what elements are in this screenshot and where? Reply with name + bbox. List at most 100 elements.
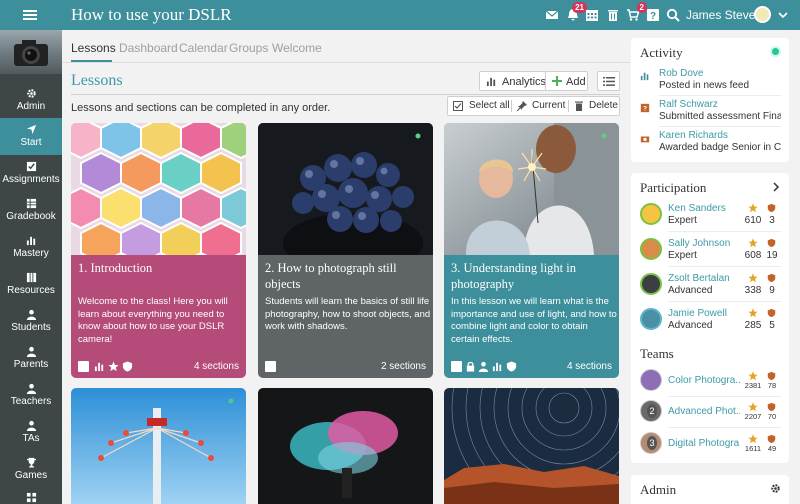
avatar[interactable] — [640, 238, 662, 260]
assignment-icon: ? — [640, 103, 650, 113]
activity-user-name[interactable]: Ralf Schwarz — [659, 99, 718, 110]
user-avatar[interactable] — [754, 6, 771, 23]
lesson-title[interactable]: 1. Introduction — [78, 260, 243, 276]
lesson-card[interactable] — [258, 388, 433, 504]
tab-lessons[interactable]: Lessons — [71, 41, 116, 55]
list-view-button[interactable] — [597, 71, 620, 91]
participant-level: Advanced — [668, 285, 713, 296]
star-icon — [748, 434, 758, 444]
star-icon — [748, 203, 758, 213]
participant-name[interactable]: Zsolt Bertalan — [668, 273, 730, 284]
team-avatar[interactable]: 2 — [640, 400, 662, 422]
sidebar: Admin Start Assignments Gradebook Master… — [0, 30, 62, 504]
activity-user-name[interactable]: Rob Dove — [659, 68, 703, 79]
svg-text:?: ? — [643, 106, 647, 113]
chevron-down-icon[interactable] — [777, 9, 789, 21]
sidebar-item-resources[interactable]: Resources — [0, 266, 62, 303]
participant-badges: 5 — [769, 320, 775, 331]
person-icon[interactable] — [478, 361, 489, 372]
participant-name[interactable]: Jamie Powell — [668, 308, 727, 319]
lessons-description: Lessons and sections can be completed in… — [71, 102, 331, 114]
divider — [668, 427, 781, 428]
delete-button[interactable]: Delete — [569, 97, 619, 115]
analytics-button[interactable]: Analytics — [479, 71, 546, 91]
avatar[interactable] — [640, 308, 662, 330]
tab-welcome[interactable]: Welcome — [272, 41, 322, 55]
lesson-card[interactable] — [444, 388, 619, 504]
shield-icon — [767, 402, 776, 412]
sidebar-item-label: Games — [14, 470, 48, 481]
team-name[interactable]: Digital Photogra... — [668, 438, 740, 449]
star-icon — [748, 371, 758, 381]
sidebar-item-tas[interactable]: TAs — [0, 414, 62, 451]
sidebar-item-mastery[interactable]: Mastery — [0, 229, 62, 266]
checkbox-icon — [453, 101, 463, 111]
lesson-description: Welcome to the class! Here you will lear… — [78, 296, 228, 345]
search-icon[interactable] — [666, 8, 680, 22]
select-all-button[interactable]: Select all — [448, 97, 511, 115]
team-name[interactable]: Advanced Phot... — [668, 406, 740, 417]
help-icon[interactable]: ? — [646, 8, 660, 22]
lesson-title[interactable]: 3. Understanding light in photography — [451, 260, 616, 292]
team-avatar[interactable]: 3 — [640, 432, 662, 454]
menu-icon[interactable] — [22, 7, 38, 23]
team-avatar[interactable] — [640, 369, 662, 391]
lesson-card[interactable] — [71, 388, 246, 504]
sidebar-item-teachers[interactable]: Teachers — [0, 377, 62, 414]
star-icon[interactable] — [108, 361, 119, 372]
person-icon — [26, 346, 36, 357]
current-button[interactable]: Current — [512, 97, 568, 115]
sidebar-item-admin[interactable]: Admin — [0, 82, 62, 119]
mail-icon[interactable] — [545, 8, 559, 22]
lesson-card-image — [71, 388, 246, 504]
sidebar-item-start[interactable]: Start — [0, 118, 62, 155]
sidebar-item-students[interactable]: Students — [0, 303, 62, 340]
activity-title: Activity — [640, 45, 683, 60]
lesson-checkbox[interactable] — [451, 361, 462, 372]
add-label: Add — [566, 76, 586, 88]
lesson-checkbox[interactable] — [78, 361, 89, 372]
sidebar-item-gradebook[interactable]: Gradebook — [0, 192, 62, 229]
bar-chart-icon[interactable] — [94, 361, 105, 372]
team-name[interactable]: Color Photogra... — [668, 375, 740, 386]
add-button[interactable]: Add — [545, 71, 588, 91]
trophy-icon — [26, 457, 36, 468]
sidebar-item-parents[interactable]: Parents — [0, 340, 62, 377]
activity-user-name[interactable]: Karen Richards — [659, 130, 728, 141]
lesson-card[interactable]: 2. How to photograph still objects Stude… — [258, 123, 433, 378]
cart-icon[interactable]: 2 — [626, 2, 647, 22]
participant-name[interactable]: Ken Sanders — [668, 203, 726, 214]
resources-icon — [26, 272, 36, 283]
chevron-right-icon[interactable] — [772, 182, 780, 192]
tab-groups[interactable]: Groups — [229, 41, 268, 55]
lesson-sections-count: 4 sections — [566, 361, 612, 372]
sidebar-item-assignments[interactable]: Assignments — [0, 155, 62, 192]
top-bar: How to use your DSLR 21 2 ? James Steven… — [0, 0, 800, 30]
bar-chart-icon[interactable] — [492, 361, 503, 372]
course-cover-image[interactable] — [0, 30, 62, 74]
shield-icon[interactable] — [122, 361, 133, 372]
lesson-title[interactable]: 2. How to photograph still objects — [265, 260, 430, 292]
tab-calendar[interactable]: Calendar — [179, 41, 228, 55]
lesson-card-image — [444, 123, 619, 255]
trash-icon[interactable] — [606, 8, 620, 22]
gear-icon[interactable] — [770, 483, 781, 494]
lock-icon[interactable] — [465, 361, 476, 372]
lesson-checkbox[interactable] — [265, 361, 276, 372]
participant-name[interactable]: Sally Johnson — [668, 238, 730, 249]
admin-panel: Admin — [631, 475, 789, 504]
tab-dashboard[interactable]: Dashboard — [119, 41, 178, 55]
teams-title: Teams — [640, 346, 674, 361]
notifications-icon[interactable]: 21 — [566, 2, 587, 22]
lessons-heading: Lessons — [71, 72, 123, 89]
avatar[interactable] — [640, 203, 662, 225]
sidebar-item-games[interactable]: Games — [0, 451, 62, 488]
shield-icon[interactable] — [506, 361, 517, 372]
lesson-card[interactable]: 3. Understanding light in photography In… — [444, 123, 619, 378]
sidebar-more-icon[interactable] — [26, 492, 37, 503]
avatar[interactable] — [640, 273, 662, 295]
lesson-card[interactable]: 1. Introduction Welcome to the class! He… — [71, 123, 246, 378]
page-title: How to use your DSLR — [71, 5, 232, 24]
calendar-icon[interactable] — [585, 8, 599, 22]
star-icon — [748, 273, 758, 283]
